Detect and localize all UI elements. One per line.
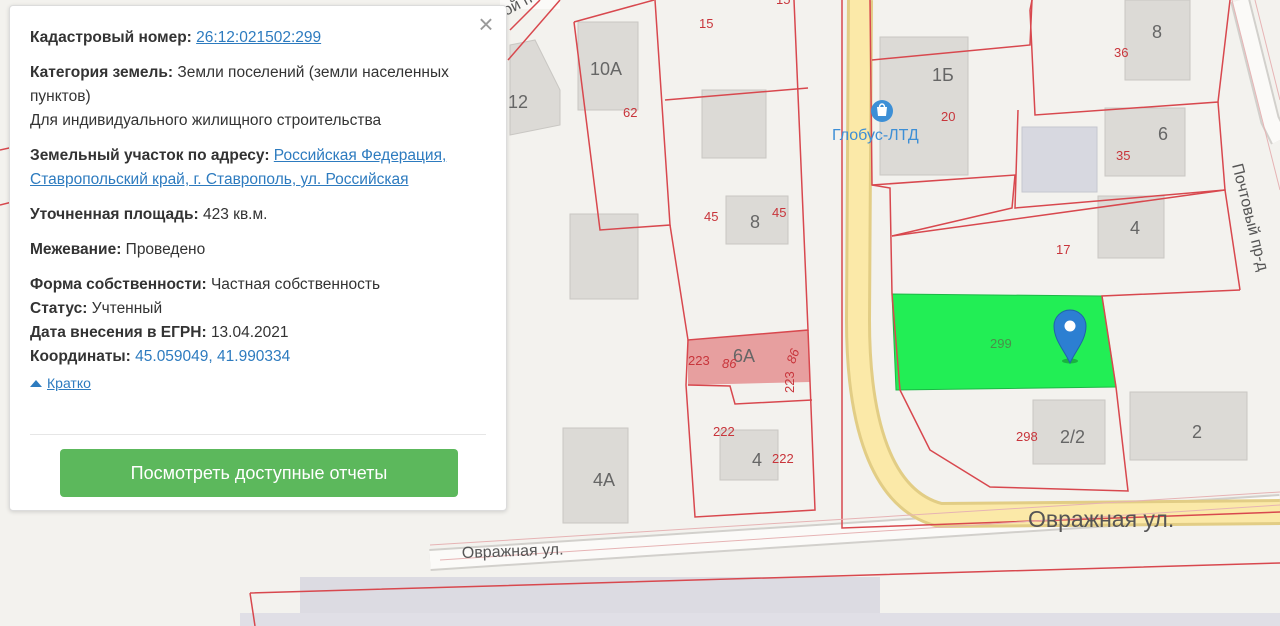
- building: [1104, 107, 1186, 177]
- area-value: 423 кв.м.: [203, 206, 268, 223]
- view-reports-button[interactable]: Посмотреть доступные отчеты: [60, 449, 458, 497]
- parcel-number: 222: [772, 451, 794, 466]
- parcel-number: 20: [941, 109, 955, 124]
- parcel-number: 15: [699, 16, 713, 31]
- area-label: Уточненная площадь:: [30, 206, 199, 223]
- parcel-number: 15: [776, 0, 790, 7]
- collapse-toggle[interactable]: Кратко: [30, 371, 486, 395]
- parcel-number: 36: [1114, 45, 1128, 60]
- survey-label: Межевание:: [30, 241, 122, 258]
- parcel-number: 222: [713, 424, 735, 439]
- status-row: Статус: Учтенный: [30, 297, 486, 321]
- building-number: 10А: [590, 59, 622, 79]
- bottom-strip: [240, 613, 1280, 626]
- status-label: Статус:: [30, 300, 88, 317]
- building-number: 6: [1158, 124, 1168, 144]
- cadastral-number-link[interactable]: 26:12:021502:299: [196, 29, 321, 46]
- status-value: Учтенный: [91, 300, 163, 317]
- parcel-number: 223: [782, 371, 797, 393]
- address-row: Земельный участок по адресу: Российская …: [30, 144, 486, 192]
- parcel-number: 223: [688, 353, 710, 368]
- collapse-label[interactable]: Кратко: [47, 371, 91, 395]
- building-blue: [1021, 126, 1098, 193]
- cadastral-number-label: Кадастровый номер:: [30, 29, 192, 46]
- parcel-number: 35: [1116, 148, 1130, 163]
- divider: [30, 434, 486, 435]
- building-number: 4: [752, 450, 762, 470]
- street-label-ovrazhnaya-large: Овражная ул.: [1028, 506, 1174, 532]
- building-number: 4А: [593, 470, 615, 490]
- survey-value: Проведено: [125, 241, 206, 258]
- bag-glyph: [877, 107, 887, 116]
- building: [701, 89, 767, 159]
- building-number: 8: [750, 212, 760, 232]
- coordinates-label: Координаты:: [30, 348, 131, 365]
- marker-dot: [1064, 320, 1076, 332]
- coordinates-row: Координаты: 45.059049, 41.990334: [30, 345, 486, 369]
- coordinates-value[interactable]: 45.059049, 41.990334: [135, 348, 290, 365]
- registry-date-value: 13.04.2021: [210, 324, 289, 341]
- poi-label: Глобус-ЛТД: [832, 127, 919, 144]
- building-number: 2: [1192, 422, 1202, 442]
- land-category-label: Категория земель:: [30, 64, 174, 81]
- ownership-row: Форма собственности: Частная собственнос…: [30, 273, 486, 297]
- land-use-value: Для индивидуального жилищного строительс…: [30, 112, 382, 129]
- parcel-number: 45: [704, 209, 718, 224]
- parcel-number: 298: [1016, 429, 1038, 444]
- building-number: 1Б: [932, 65, 954, 85]
- parcel-info-panel: × Кадастровый номер: 26:12:021502:299 Ка…: [9, 5, 507, 511]
- ownership-value: Частная собственность: [210, 276, 381, 293]
- survey-row: Межевание: Проведено: [30, 238, 486, 262]
- ownership-label: Форма собственности:: [30, 276, 207, 293]
- caret-up-icon: [30, 379, 42, 387]
- parcel-number: 45: [772, 205, 786, 220]
- cadastral-number-row: Кадастровый номер: 26:12:021502:299: [30, 26, 486, 50]
- parcel-details: Кадастровый номер: 26:12:021502:299 Кате…: [30, 26, 486, 395]
- address-label: Земельный участок по адресу:: [30, 147, 270, 164]
- registry-date-label: Дата внесения в ЕГРН:: [30, 324, 207, 341]
- building-number: 8: [1152, 22, 1162, 42]
- selected-parcel-number: 299: [990, 336, 1012, 351]
- parcel-number: 17: [1056, 242, 1070, 257]
- area-row: Уточненная площадь: 423 кв.м.: [30, 203, 486, 227]
- parcel-number: 62: [623, 105, 637, 120]
- registry-date-row: Дата внесения в ЕГРН: 13.04.2021: [30, 321, 486, 345]
- building: [1129, 391, 1248, 461]
- land-category-row: Категория земель: Земли поселений (земли…: [30, 61, 486, 133]
- building: [569, 213, 639, 300]
- building-number: 4: [1130, 218, 1140, 238]
- building-number: 2/2: [1060, 427, 1085, 447]
- parcel-number: 86: [722, 356, 737, 371]
- street-label-ovrazhnaya-small: Овражная ул.: [462, 541, 564, 562]
- building-number: 12: [508, 92, 528, 112]
